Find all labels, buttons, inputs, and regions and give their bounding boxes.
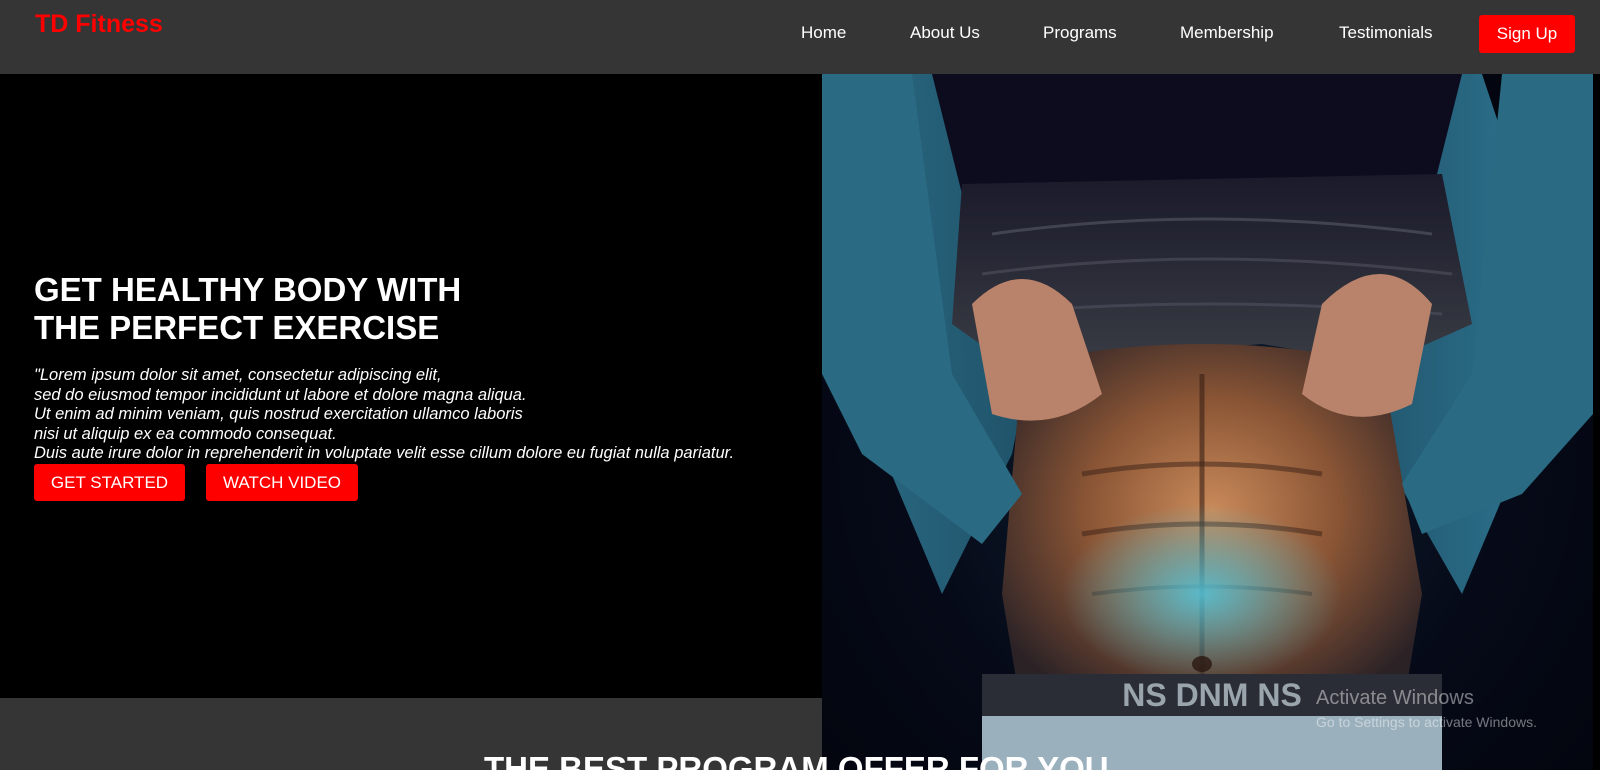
section-title: THE BEST PROGRAM OFFER FOR YOU <box>484 750 1109 770</box>
navbar: TD Fitness Home About Us Programs Member… <box>0 0 1600 74</box>
nav-link-home[interactable]: Home <box>801 23 846 43</box>
hero-title-line-1: GET HEALTHY BODY WITH <box>34 271 462 308</box>
hero-title: GET HEALTHY BODY WITH THE PERFECT EXERCI… <box>34 271 461 347</box>
hero-description: "Lorem ipsum dolor sit amet, consectetur… <box>34 366 734 464</box>
nav-link-programs[interactable]: Programs <box>1043 23 1117 43</box>
nav-link-about-us[interactable]: About Us <box>910 23 980 43</box>
windows-activation-watermark: Activate Windows Go to Settings to activ… <box>1316 686 1537 732</box>
hero-section: GET HEALTHY BODY WITH THE PERFECT EXERCI… <box>0 74 822 698</box>
watermark-subtitle: Go to Settings to activate Windows. <box>1316 714 1537 730</box>
athlete-illustration: NS DNM NS <box>822 74 1593 770</box>
waistband-text: NS DNM NS <box>1122 677 1302 713</box>
hero-description-line: Ut enim ad minim veniam, quis nostrud ex… <box>34 405 523 423</box>
watermark-title: Activate Windows <box>1316 687 1474 709</box>
nav-link-membership[interactable]: Membership <box>1180 23 1274 43</box>
nav-links: Home About Us Programs Membership Testim… <box>0 15 1600 53</box>
page-edge <box>1593 74 1600 770</box>
get-started-button[interactable]: GET STARTED <box>34 464 185 501</box>
watch-video-button[interactable]: WATCH VIDEO <box>206 464 358 501</box>
hero-description-line: nisi ut aliquip ex ea commodo consequat. <box>34 424 337 443</box>
hero-description-line: Duis aute irure dolor in reprehenderit i… <box>34 444 735 462</box>
hero-description-line: sed do eiusmod tempor incididunt ut labo… <box>34 385 527 404</box>
hero-fitness-image: NS DNM NS <box>822 74 1593 770</box>
hero-title-line-2: THE PERFECT EXERCISE <box>34 309 440 346</box>
hero-description-line: "Lorem ipsum dolor sit amet, consectetur… <box>34 366 442 384</box>
nav-link-testimonials[interactable]: Testimonials <box>1339 23 1433 43</box>
sign-up-button[interactable]: Sign Up <box>1479 15 1575 53</box>
